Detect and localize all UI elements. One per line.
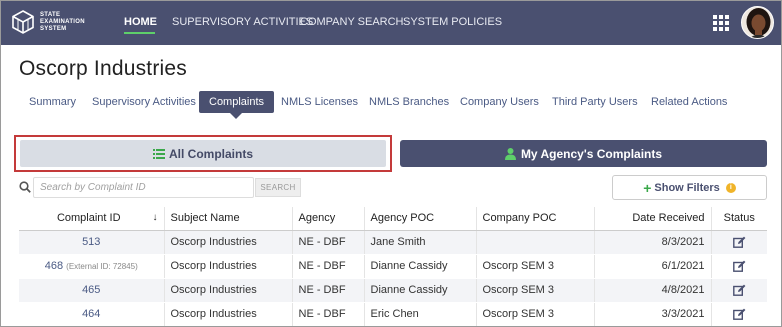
agency-cell: NE - DBF bbox=[292, 230, 365, 255]
table-row: 465 Oscorp Industries NE - DBF Dianne Ca… bbox=[19, 278, 767, 303]
date-received-cell: 4/8/2021 bbox=[594, 278, 712, 303]
tab-summary[interactable]: Summary bbox=[29, 96, 76, 108]
state-examination-system-logo[interactable]: STATE EXAMINATION SYSTEM bbox=[11, 10, 100, 34]
logo-line: SYSTEM bbox=[40, 25, 67, 32]
active-tab-caret bbox=[230, 113, 242, 119]
agency-cell: NE - DBF bbox=[292, 278, 365, 303]
tab-complaints[interactable]: Complaints bbox=[199, 91, 275, 113]
list-icon bbox=[152, 148, 165, 159]
nav-company-search[interactable]: COMPANY SEARCH bbox=[300, 16, 404, 28]
nav-supervisory-activities[interactable]: SUPERVISORY ACTIVITIES bbox=[172, 16, 313, 28]
column-header-complaint-id[interactable]: Complaint ID ↓ bbox=[19, 207, 165, 231]
tab-company-users[interactable]: Company Users bbox=[460, 96, 539, 108]
subject-name-cell: Oscorp Industries bbox=[164, 254, 293, 279]
tab-supervisory-activities[interactable]: Supervisory Activities bbox=[92, 96, 196, 108]
edit-icon[interactable] bbox=[732, 284, 746, 296]
column-header-agency-poc[interactable]: Agency POC bbox=[364, 207, 477, 231]
info-icon: i bbox=[725, 182, 736, 193]
date-received-cell: 3/3/2021 bbox=[594, 302, 712, 326]
column-header-subject-name[interactable]: Subject Name bbox=[164, 207, 293, 231]
all-complaints-button[interactable]: All Complaints bbox=[20, 140, 386, 167]
plus-icon: + bbox=[643, 179, 652, 196]
subject-name-cell: Oscorp Industries bbox=[164, 230, 293, 255]
my-agency-complaints-label: My Agency's Complaints bbox=[520, 146, 663, 161]
nav-active-underline bbox=[124, 32, 155, 34]
sort-descending-icon[interactable]: ↓ bbox=[153, 212, 158, 223]
show-filters-button[interactable]: + Show Filters i bbox=[612, 175, 767, 200]
subject-name-cell: Oscorp Industries bbox=[164, 278, 293, 303]
my-agency-complaints-button[interactable]: My Agency's Complaints bbox=[400, 140, 767, 167]
edit-icon[interactable] bbox=[732, 260, 746, 272]
search-icon bbox=[19, 181, 31, 193]
show-filters-label: Show Filters bbox=[654, 181, 720, 194]
agency-poc-cell: Jane Smith bbox=[364, 230, 477, 255]
date-received-cell: 8/3/2021 bbox=[594, 230, 712, 255]
edit-icon[interactable] bbox=[732, 236, 746, 248]
all-complaints-label: All Complaints bbox=[168, 146, 253, 161]
complaint-id-link[interactable]: 464 bbox=[82, 308, 100, 320]
user-avatar[interactable] bbox=[741, 6, 774, 39]
status-cell bbox=[711, 230, 767, 255]
company-poc-cell: Oscorp SEM 3 bbox=[476, 254, 595, 279]
avatar-portrait-icon bbox=[742, 7, 773, 38]
edit-icon[interactable] bbox=[732, 308, 746, 320]
complaint-id-link[interactable]: 465 bbox=[82, 284, 100, 296]
page-title: Oscorp Industries bbox=[19, 57, 187, 80]
complaint-id-search-input[interactable] bbox=[33, 177, 254, 198]
column-header-date-received[interactable]: Date Received bbox=[594, 207, 712, 231]
column-header-status: Status bbox=[711, 207, 767, 231]
tab-related-actions[interactable]: Related Actions bbox=[651, 96, 727, 108]
company-poc-cell bbox=[476, 230, 595, 255]
subject-name-cell: Oscorp Industries bbox=[164, 302, 293, 326]
top-nav-bar: STATE EXAMINATION SYSTEM HOME SUPERVISOR… bbox=[1, 1, 781, 45]
logo-line: EXAMINATION bbox=[40, 18, 85, 25]
nav-home[interactable]: HOME bbox=[124, 16, 157, 28]
agency-cell: NE - DBF bbox=[292, 254, 365, 279]
grid-apps-icon[interactable] bbox=[713, 15, 729, 31]
complaint-id-link[interactable]: 513 bbox=[82, 236, 100, 248]
complaint-id-cell: 464 bbox=[19, 302, 165, 326]
complaints-table: Complaint ID ↓ Subject Name Agency Agenc… bbox=[19, 207, 767, 326]
status-cell bbox=[711, 254, 767, 279]
complaint-id-cell: 465 bbox=[19, 278, 165, 303]
logo-line: STATE bbox=[40, 11, 61, 18]
table-row: 468 (External ID: 72845) Oscorp Industri… bbox=[19, 254, 767, 279]
app-frame: STATE EXAMINATION SYSTEM HOME SUPERVISOR… bbox=[0, 0, 782, 327]
logo-cube-icon bbox=[12, 10, 34, 34]
company-poc-cell: Oscorp SEM 3 bbox=[476, 302, 595, 326]
external-id: (External ID: 72845) bbox=[66, 262, 138, 271]
column-header-label: Complaint ID bbox=[56, 212, 121, 225]
complaint-id-cell: 468 (External ID: 72845) bbox=[19, 254, 165, 279]
status-cell bbox=[711, 278, 767, 303]
column-header-company-poc[interactable]: Company POC bbox=[476, 207, 595, 231]
tab-nmls-licenses[interactable]: NMLS Licenses bbox=[281, 96, 358, 108]
column-header-agency[interactable]: Agency bbox=[292, 207, 365, 231]
agency-poc-cell: Dianne Cassidy bbox=[364, 278, 477, 303]
status-cell bbox=[711, 302, 767, 326]
company-poc-cell: Oscorp SEM 3 bbox=[476, 278, 595, 303]
agency-poc-cell: Dianne Cassidy bbox=[364, 254, 477, 279]
complaint-id-link[interactable]: 468 bbox=[45, 260, 63, 272]
table-row: 513 Oscorp Industries NE - DBF Jane Smit… bbox=[19, 230, 767, 255]
agency-poc-cell: Eric Chen bbox=[364, 302, 477, 326]
user-icon bbox=[504, 147, 516, 160]
agency-cell: NE - DBF bbox=[292, 302, 365, 326]
tab-nmls-branches[interactable]: NMLS Branches bbox=[369, 96, 449, 108]
table-header-row: Complaint ID ↓ Subject Name Agency Agenc… bbox=[19, 207, 767, 231]
search-button[interactable]: SEARCH bbox=[255, 178, 301, 197]
tab-third-party-users[interactable]: Third Party Users bbox=[552, 96, 638, 108]
logo-text: STATE EXAMINATION SYSTEM bbox=[40, 12, 100, 33]
nav-system-policies[interactable]: SYSTEM POLICIES bbox=[403, 16, 502, 28]
complaint-id-cell: 513 bbox=[19, 230, 165, 255]
table-row: 464 Oscorp Industries NE - DBF Eric Chen… bbox=[19, 302, 767, 326]
date-received-cell: 6/1/2021 bbox=[594, 254, 712, 279]
